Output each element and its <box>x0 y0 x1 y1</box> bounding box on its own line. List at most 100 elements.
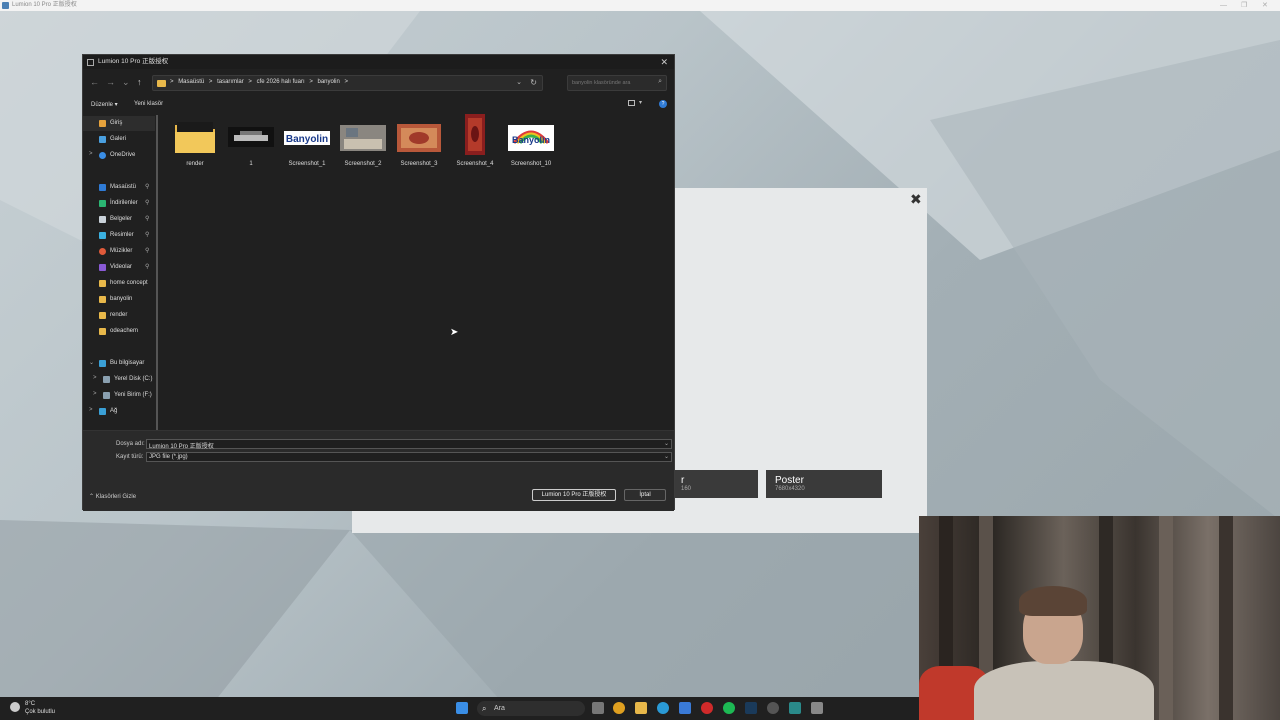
resolution-button-r[interactable]: r 160 <box>672 470 758 498</box>
sidebar-item-banyolin[interactable]: banyolin <box>83 292 155 307</box>
sidebar-item-onedrive[interactable]: > OneDrive <box>83 148 155 163</box>
chevron-right-icon[interactable]: > <box>89 407 93 413</box>
sidebar-item-label: Müzikler <box>110 248 133 254</box>
file-name: render <box>186 161 204 167</box>
search-input[interactable]: banyolin klasöründe ara ⌕ <box>567 75 667 91</box>
file-item[interactable]: Banyolin Screenshot_1 <box>282 119 332 167</box>
documents-icon <box>99 216 106 223</box>
sidebar-item-label: Bu bilgisayar <box>110 360 145 366</box>
chrome-icon[interactable] <box>613 702 625 714</box>
chevron-down-icon[interactable]: ⌄ <box>89 359 94 366</box>
pin-icon: ⚲ <box>145 216 150 222</box>
chevron-right-icon[interactable]: > <box>93 391 97 397</box>
settings-gear-icon[interactable] <box>767 702 779 714</box>
restore-icon[interactable]: ❐ <box>1241 0 1247 11</box>
breadcrumb-item[interactable]: banyolin <box>318 79 340 85</box>
sidebar-scrollbar[interactable] <box>156 115 158 430</box>
sidebar-item-pictures[interactable]: Resimler ⚲ <box>83 228 155 243</box>
refresh-icon[interactable]: ↻ <box>530 78 537 87</box>
chevron-down-icon[interactable]: ⌄ <box>516 78 522 86</box>
person-hair <box>1019 586 1087 616</box>
chevron-right-icon[interactable]: > <box>89 151 93 157</box>
close-icon[interactable]: ✕ <box>660 55 668 69</box>
file-item[interactable]: Screenshot_3 <box>394 119 444 167</box>
sidebar-item-label: odeachem <box>110 328 139 334</box>
sidebar-item-this-pc[interactable]: ⌄ Bu bilgisayar <box>83 356 155 371</box>
file-item[interactable]: Screenshot_2 <box>338 119 388 167</box>
resolution-button-poster[interactable]: Poster 7680x4320 <box>766 470 882 498</box>
sidebar-item-new-volume-f[interactable]: > Yeni Birim (F:) <box>83 388 155 403</box>
up-arrow-icon[interactable]: ↑ <box>137 77 142 87</box>
chevron-right-icon[interactable]: > <box>93 375 97 381</box>
taskbar-search[interactable]: ⌕ Ara <box>477 701 585 716</box>
file-name: Screenshot_3 <box>400 161 438 167</box>
filetype-select[interactable]: JPG file (*.jpg) ⌄ <box>146 452 672 462</box>
sidebar-item-odeachem[interactable]: odeachem <box>83 324 155 339</box>
save-button[interactable]: Lumion 10 Pro 正版授权 <box>532 489 616 501</box>
save-file-dialog: Lumion 10 Pro 正版授权 ✕ ← → ⌄ ↑ > Masaüstü … <box>82 54 675 511</box>
forward-arrow-icon[interactable]: → <box>106 77 115 87</box>
steam-icon[interactable] <box>745 702 757 714</box>
sidebar-item-local-disk-c[interactable]: > Yerel Disk (C:) <box>83 372 155 387</box>
close-icon[interactable]: ✖ <box>910 191 922 208</box>
file-explorer-icon[interactable] <box>635 702 647 714</box>
task-view-icon[interactable] <box>592 702 604 714</box>
organize-menu[interactable]: Düzenle ▾ <box>91 101 118 108</box>
back-arrow-icon[interactable]: ← <box>90 77 99 87</box>
cancel-button[interactable]: İptal <box>624 489 666 501</box>
breadcrumb-item[interactable]: cfe 2026 halı fuarı <box>257 79 305 85</box>
file-name: Screenshot_4 <box>456 161 494 167</box>
sidebar-item-videos[interactable]: Videolar ⚲ <box>83 260 155 275</box>
breadcrumb: > Masaüstü > tasarımlar > cfe 2026 halı … <box>170 79 351 85</box>
mail-icon[interactable] <box>679 702 691 714</box>
sidebar-item-documents[interactable]: Belgeler ⚲ <box>83 212 155 227</box>
address-bar[interactable]: > Masaüstü > tasarımlar > cfe 2026 halı … <box>152 75 543 91</box>
sidebar-item-desktop[interactable]: Masaüstü ⚲ <box>83 180 155 195</box>
minimize-icon[interactable]: — <box>1220 0 1227 11</box>
music-icon <box>99 248 106 255</box>
sidebar-item-render[interactable]: render <box>83 308 155 323</box>
new-folder-button[interactable]: Yeni klasör <box>134 101 163 107</box>
navigation-pane: Giriş Galeri > OneDrive Masaüstü ⚲ İndir… <box>83 115 159 430</box>
weather-widget[interactable]: 8°C Çok bulutlu <box>10 700 55 716</box>
folder-icon <box>157 80 166 87</box>
edge-icon[interactable] <box>657 702 669 714</box>
file-item[interactable]: Banyolin Screenshot_10 <box>506 119 556 167</box>
recent-locations-icon[interactable]: ⌄ <box>122 77 130 88</box>
weather-temp: 8°C <box>25 701 36 707</box>
breadcrumb-item[interactable]: Masaüstü <box>178 79 204 85</box>
file-item[interactable]: 1 <box>226 119 276 167</box>
logo-thumbnail: Banyolin <box>508 125 554 151</box>
sidebar-item-music[interactable]: Müzikler ⚲ <box>83 244 155 259</box>
file-item[interactable]: Screenshot_4 <box>450 114 500 167</box>
filetype-label: Kayıt türü: <box>116 454 144 460</box>
opera-icon[interactable] <box>701 702 713 714</box>
breadcrumb-item[interactable]: tasarımlar <box>217 79 244 85</box>
close-icon[interactable]: ✕ <box>1262 0 1268 11</box>
windows-start-icon[interactable] <box>456 702 468 714</box>
logo-text: Banyolin <box>512 135 550 145</box>
file-item[interactable]: render <box>170 119 220 167</box>
filename-input[interactable]: Lumion 10 Pro 正版授权 ⌄ <box>146 439 672 450</box>
spotify-icon[interactable] <box>723 702 735 714</box>
sidebar-item-downloads[interactable]: İndirilenler ⚲ <box>83 196 155 211</box>
sidebar-item-galeri[interactable]: Galeri <box>83 132 155 147</box>
pictures-icon <box>99 232 106 239</box>
chevron-down-icon[interactable]: ▾ <box>639 99 642 106</box>
app-icon[interactable] <box>789 702 801 714</box>
view-icon[interactable] <box>628 100 635 106</box>
sidebar-item-label: Giriş <box>110 120 123 126</box>
download-icon <box>99 200 106 207</box>
chevron-down-icon[interactable]: ⌄ <box>664 453 669 460</box>
breadcrumb-separator: > <box>170 79 174 85</box>
cloud-icon <box>10 702 20 712</box>
sidebar-item-giris[interactable]: Giriş <box>83 116 155 131</box>
sidebar-item-home-concept[interactable]: home concept <box>83 276 155 291</box>
sidebar-item-network[interactable]: > Ağ <box>83 404 155 419</box>
sidebar-item-label: Resimler <box>110 232 134 238</box>
hide-folders-toggle[interactable]: ⌃ Klasörleri Gizle <box>89 493 136 500</box>
lumion-taskbar-icon[interactable] <box>811 702 823 714</box>
help-icon[interactable]: ? <box>659 100 667 108</box>
computer-icon <box>99 360 106 367</box>
chevron-down-icon[interactable]: ⌄ <box>664 440 669 447</box>
